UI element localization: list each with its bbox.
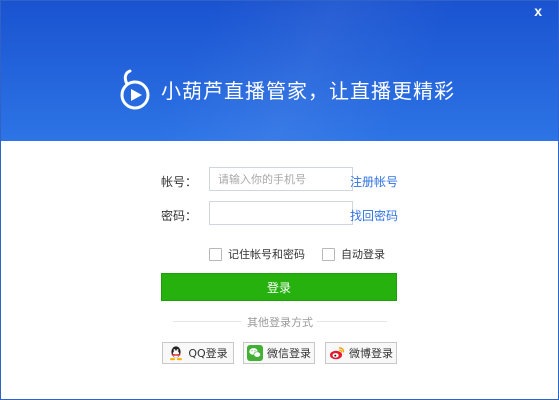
qq-icon bbox=[170, 346, 183, 361]
remember-checkbox-row[interactable]: 记住帐号和密码 bbox=[209, 246, 305, 262]
remember-label: 记住帐号和密码 bbox=[228, 248, 305, 261]
account-input[interactable] bbox=[209, 167, 353, 191]
account-label: 帐号： bbox=[161, 175, 198, 189]
password-input[interactable] bbox=[209, 201, 353, 225]
close-button[interactable]: x bbox=[534, 3, 542, 19]
weibo-login-button[interactable]: 微博登录 bbox=[325, 342, 397, 364]
auto-login-checkbox-row[interactable]: 自动登录 bbox=[322, 246, 385, 262]
divider-left bbox=[173, 321, 241, 322]
auto-login-checkbox[interactable] bbox=[322, 247, 335, 261]
header-banner: x 小葫芦直播管家，让直播更精彩 bbox=[1, 1, 558, 141]
login-window: x 小葫芦直播管家，让直播更精彩 帐号： 注册帐号 密码： 找回密码 记住帐号和… bbox=[0, 0, 559, 400]
other-login-title: 其他登录方式 bbox=[247, 316, 313, 329]
auto-login-label: 自动登录 bbox=[341, 248, 385, 261]
wechat-login-label: 微信登录 bbox=[267, 347, 311, 360]
password-label: 密码： bbox=[161, 209, 198, 223]
wechat-icon bbox=[247, 345, 263, 361]
remember-checkbox[interactable] bbox=[209, 247, 222, 261]
divider-right bbox=[317, 321, 387, 322]
login-button[interactable]: 登录 bbox=[161, 273, 397, 301]
slogan-text: 小葫芦直播管家，让直播更精彩 bbox=[161, 78, 455, 103]
qq-login-label: QQ登录 bbox=[188, 347, 228, 360]
weibo-login-label: 微博登录 bbox=[349, 347, 393, 360]
brand: 小葫芦直播管家，让直播更精彩 bbox=[117, 65, 455, 113]
qq-login-button[interactable]: QQ登录 bbox=[162, 342, 234, 364]
wechat-login-button[interactable]: 微信登录 bbox=[243, 342, 315, 364]
weibo-icon bbox=[330, 347, 345, 360]
register-link[interactable]: 注册帐号 bbox=[350, 173, 398, 190]
forgot-password-link[interactable]: 找回密码 bbox=[350, 207, 398, 224]
gourd-logo-icon bbox=[120, 69, 150, 110]
